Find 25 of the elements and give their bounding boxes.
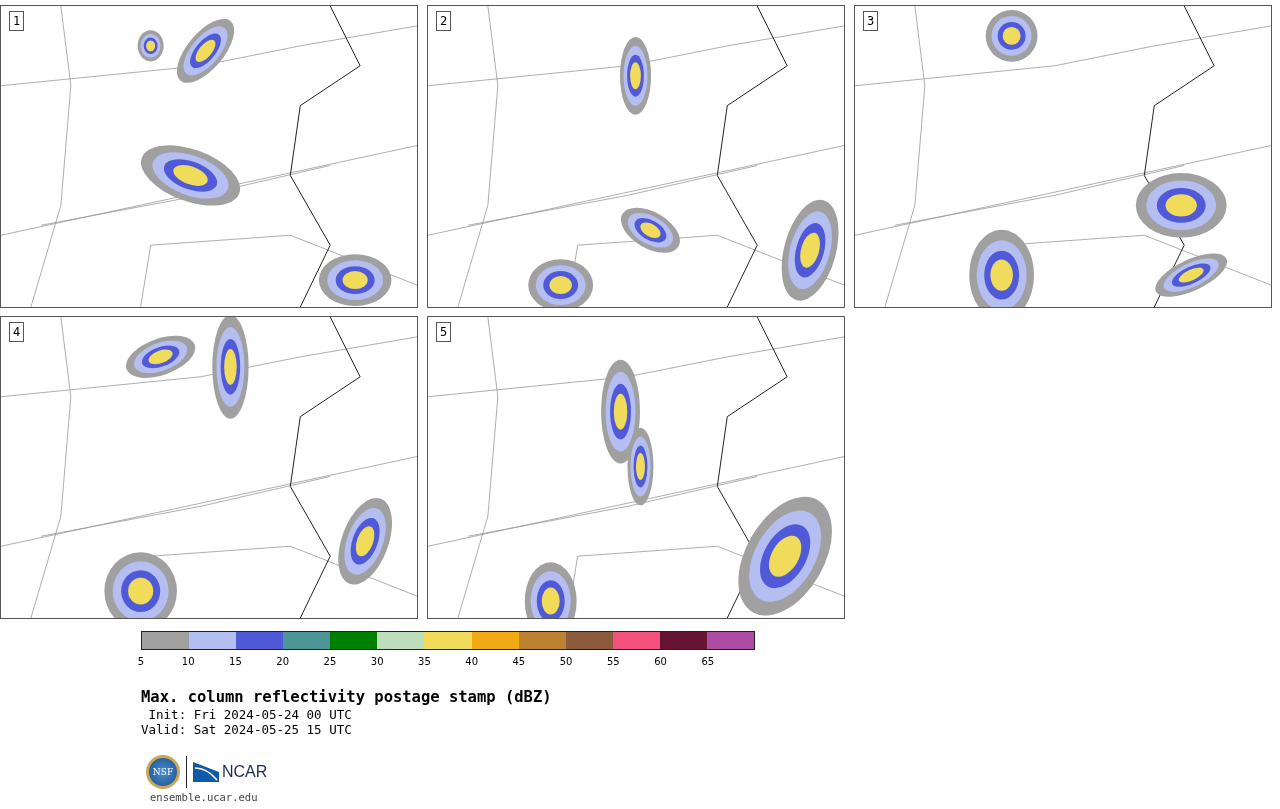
swoosh-icon <box>193 762 219 782</box>
panel-number: 2 <box>436 11 452 31</box>
nsf-logo: NSF <box>146 755 180 789</box>
tick-label: 55 <box>607 656 620 667</box>
tick-label: 30 <box>370 656 384 667</box>
tick-label: 35 <box>418 656 431 667</box>
tick-label: 50 <box>559 656 573 667</box>
tick-label: 5 <box>137 656 145 667</box>
valid-time: Valid: Sat 2024-05-25 15 UTC <box>141 722 353 737</box>
panel-number: 1 <box>9 11 25 31</box>
ncar-logo: NCAR <box>222 763 268 781</box>
panel-number: 5 <box>436 322 452 342</box>
tick-label: 40 <box>465 656 478 667</box>
tick-label: 60 <box>654 656 667 667</box>
init-time: Init: Fri 2024-05-24 00 UTC <box>147 707 353 722</box>
chart-title: Max. column reflectivity postage stamp (dBZ) <box>141 687 553 707</box>
panel-number: 3 <box>863 11 879 31</box>
website-url: ensemble.ucar.edu <box>150 791 259 804</box>
tick-label: 10 <box>181 656 195 667</box>
panel-number: 4 <box>9 322 25 342</box>
tick-label: 65 <box>701 656 715 667</box>
tick-label: 45 <box>512 656 526 667</box>
tick-label: 25 <box>323 656 337 667</box>
tick-label: 20 <box>276 656 290 667</box>
tick-label: 15 <box>229 656 242 667</box>
